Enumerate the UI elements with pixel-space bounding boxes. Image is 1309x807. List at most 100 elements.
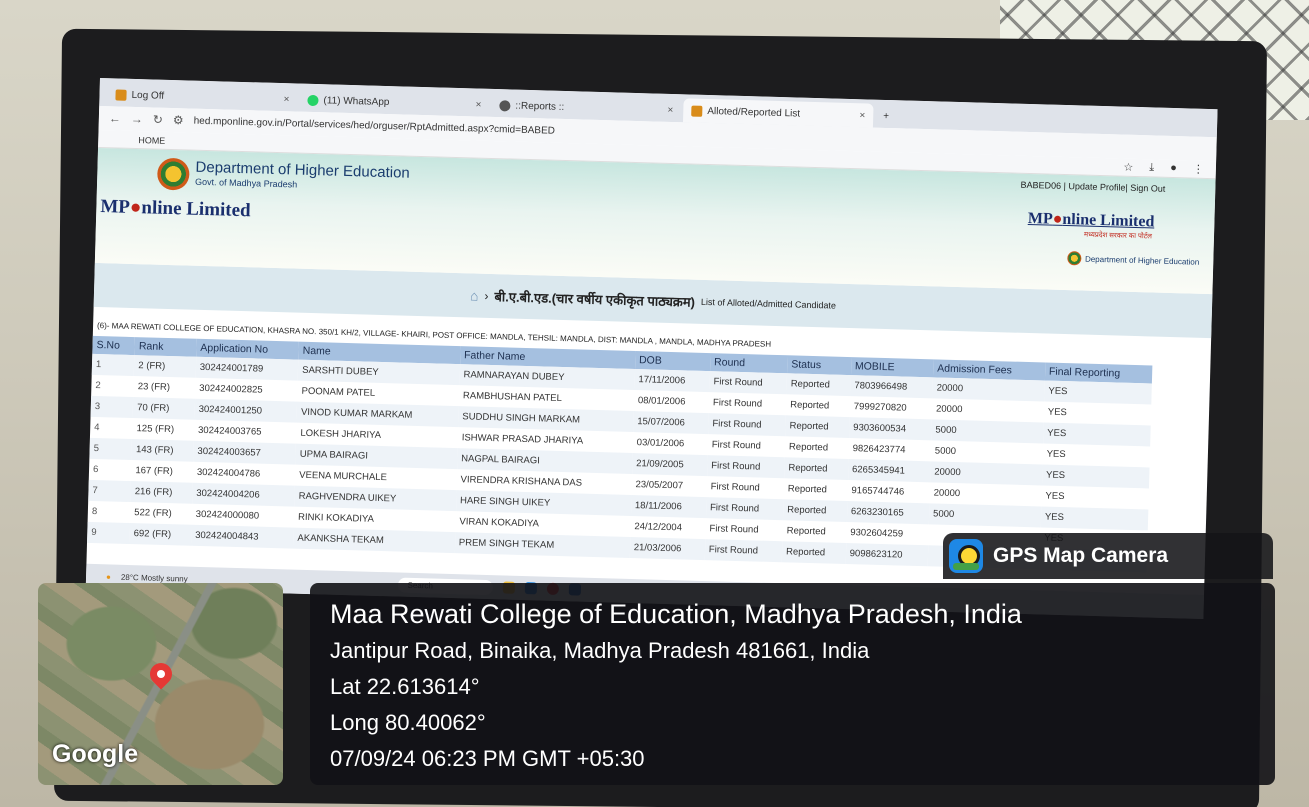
user-links[interactable]: BABED06 | Update Profile| Sign Out: [1020, 180, 1165, 194]
map-pin-icon: [145, 658, 177, 690]
plus-icon: +: [883, 110, 890, 122]
table-cell: AKANKSHA TEKAM: [293, 527, 456, 554]
table-cell: 302424001789: [195, 356, 299, 381]
table-cell: 9302604259: [850, 527, 904, 540]
longitude: Long 80.40062°: [330, 710, 486, 735]
tab-favicon-icon: [115, 88, 127, 101]
table-cell: 125 (FR): [136, 423, 175, 436]
table-cell: Reported: [782, 499, 848, 523]
table-cell: 7: [88, 479, 132, 503]
whatsapp-icon: [307, 94, 319, 106]
table-cell: 23/05/2007: [635, 479, 684, 492]
close-icon[interactable]: ×: [859, 110, 865, 121]
gps-camera-logo-icon: [949, 539, 983, 573]
download-icon[interactable]: ⤓: [1149, 161, 1154, 174]
table-cell: First Round: [710, 481, 760, 494]
table-cell: First Round: [708, 413, 786, 437]
star-icon[interactable]: ☆: [1123, 161, 1133, 174]
table-cell: 522 (FR): [134, 507, 172, 520]
table-cell: 3: [90, 395, 134, 419]
table-cell: 302424003765: [197, 424, 262, 438]
table-cell: 302424004206: [192, 482, 295, 507]
tab-label: ::Reports ::: [515, 100, 565, 113]
table-cell: 1: [91, 353, 135, 377]
forward-arrow-icon[interactable]: →: [131, 112, 143, 126]
table-cell: 5: [89, 437, 133, 461]
dept-subtitle: Govt. of Madhya Pradesh: [195, 176, 298, 190]
table-cell: 2 (FR): [134, 355, 197, 378]
site-info-icon[interactable]: ⚙: [173, 113, 184, 127]
page-title: List of Alloted/Admitted Candidate: [700, 296, 837, 311]
table-cell: 24/12/2004: [634, 521, 683, 534]
column-header: Rank: [134, 337, 197, 357]
place-name: Maa Rewati College of Education, Madhya …: [330, 599, 1022, 629]
table-cell: YES: [1041, 464, 1150, 489]
table-cell: 03/01/2006: [636, 437, 685, 450]
table-cell: 23 (FR): [137, 381, 171, 394]
table-cell: 7999270820: [853, 401, 907, 414]
weather-text[interactable]: 28°C Mostly sunny: [121, 572, 188, 583]
weather-icon[interactable]: ●: [106, 572, 111, 581]
table-cell: Reported: [786, 525, 826, 538]
table-cell: 6265345941: [847, 459, 931, 483]
mp-emblem-icon: [156, 157, 190, 191]
home-icon[interactable]: ⌂: [470, 287, 479, 303]
close-icon[interactable]: ×: [283, 94, 289, 105]
close-icon[interactable]: ×: [667, 104, 673, 115]
table-cell: 9098623120: [845, 543, 929, 567]
tab-favicon-icon: [691, 105, 703, 117]
gps-badge-title: GPS Map Camera: [993, 544, 1169, 567]
mponline-logo-right: MP●nline Limited: [1027, 209, 1155, 231]
new-tab-button[interactable]: +: [875, 104, 906, 129]
table-cell: 21/09/2005: [631, 453, 708, 477]
table-cell: 17/11/2006: [634, 369, 710, 393]
tab-label: Alloted/Reported List: [707, 105, 801, 120]
table-cell: 15/07/2006: [633, 411, 709, 435]
tab-label: (11) WhatsApp: [323, 94, 390, 108]
table-cell: 9165744746: [851, 485, 905, 498]
table-cell: Reported: [785, 415, 850, 439]
mponline-tagline: मध्यप्रदेश सरकार का पोर्टल: [1083, 231, 1153, 241]
table-cell: Reported: [790, 399, 830, 412]
bookmark-home[interactable]: HOME: [138, 135, 165, 146]
browser-actions: ☆ ⤓ ● ⋮: [1123, 161, 1216, 177]
table-cell: 8: [91, 505, 98, 518]
table-cell: 6263230165: [846, 501, 930, 525]
dhe-link[interactable]: Department of Higher Education: [1066, 251, 1200, 269]
close-icon[interactable]: ×: [475, 99, 481, 110]
table-cell: Reported: [784, 457, 849, 481]
table-cell: Reported: [786, 373, 851, 397]
table-cell: YES: [1040, 506, 1149, 531]
course-title: बी.ए.बी.एड.(चार वर्षीय एकीकृत पाठ्यक्रम): [494, 289, 696, 310]
menu-icon[interactable]: ⋮: [1193, 163, 1204, 176]
table-cell: 21/03/2006: [629, 536, 706, 561]
address-line: Jantipur Road, Binaika, Madhya Pradesh 4…: [330, 638, 870, 663]
back-arrow-icon[interactable]: ←: [109, 111, 121, 125]
globe-icon: [499, 99, 511, 111]
table-cell: YES: [1044, 380, 1152, 405]
table-cell: 08/01/2006: [637, 395, 686, 408]
table-cell: First Round: [712, 397, 763, 410]
table-cell: 9303600534: [848, 417, 932, 441]
column-header: Status: [787, 355, 852, 376]
url-text[interactable]: hed.mponline.gov.in/Portal/services/hed/…: [194, 115, 556, 136]
table-cell: YES: [1045, 490, 1065, 503]
table-cell: 4: [94, 421, 100, 434]
table-cell: PREM SINGH TEKAM: [454, 532, 631, 558]
table-cell: 9826423774: [852, 443, 906, 456]
table-cell: 167 (FR): [135, 465, 174, 478]
table-cell: YES: [1042, 422, 1151, 447]
reload-icon[interactable]: ↻: [153, 112, 163, 126]
gps-info-panel: Maa Rewati College of Education, Madhya …: [310, 583, 1275, 785]
table-cell: 302424004843: [190, 524, 294, 549]
table-cell: 143 (FR): [131, 439, 194, 462]
map-thumbnail: Google: [38, 583, 283, 785]
tab-label: Log Off: [131, 89, 165, 102]
column-header: MOBILE: [850, 357, 934, 378]
table-cell: 302424003657: [193, 440, 297, 465]
table-cell: First Round: [709, 523, 759, 536]
table-cell: Reported: [787, 483, 828, 496]
table-cell: Reported: [781, 541, 847, 565]
column-header: Round: [709, 353, 788, 374]
profile-icon[interactable]: ●: [1170, 162, 1177, 175]
